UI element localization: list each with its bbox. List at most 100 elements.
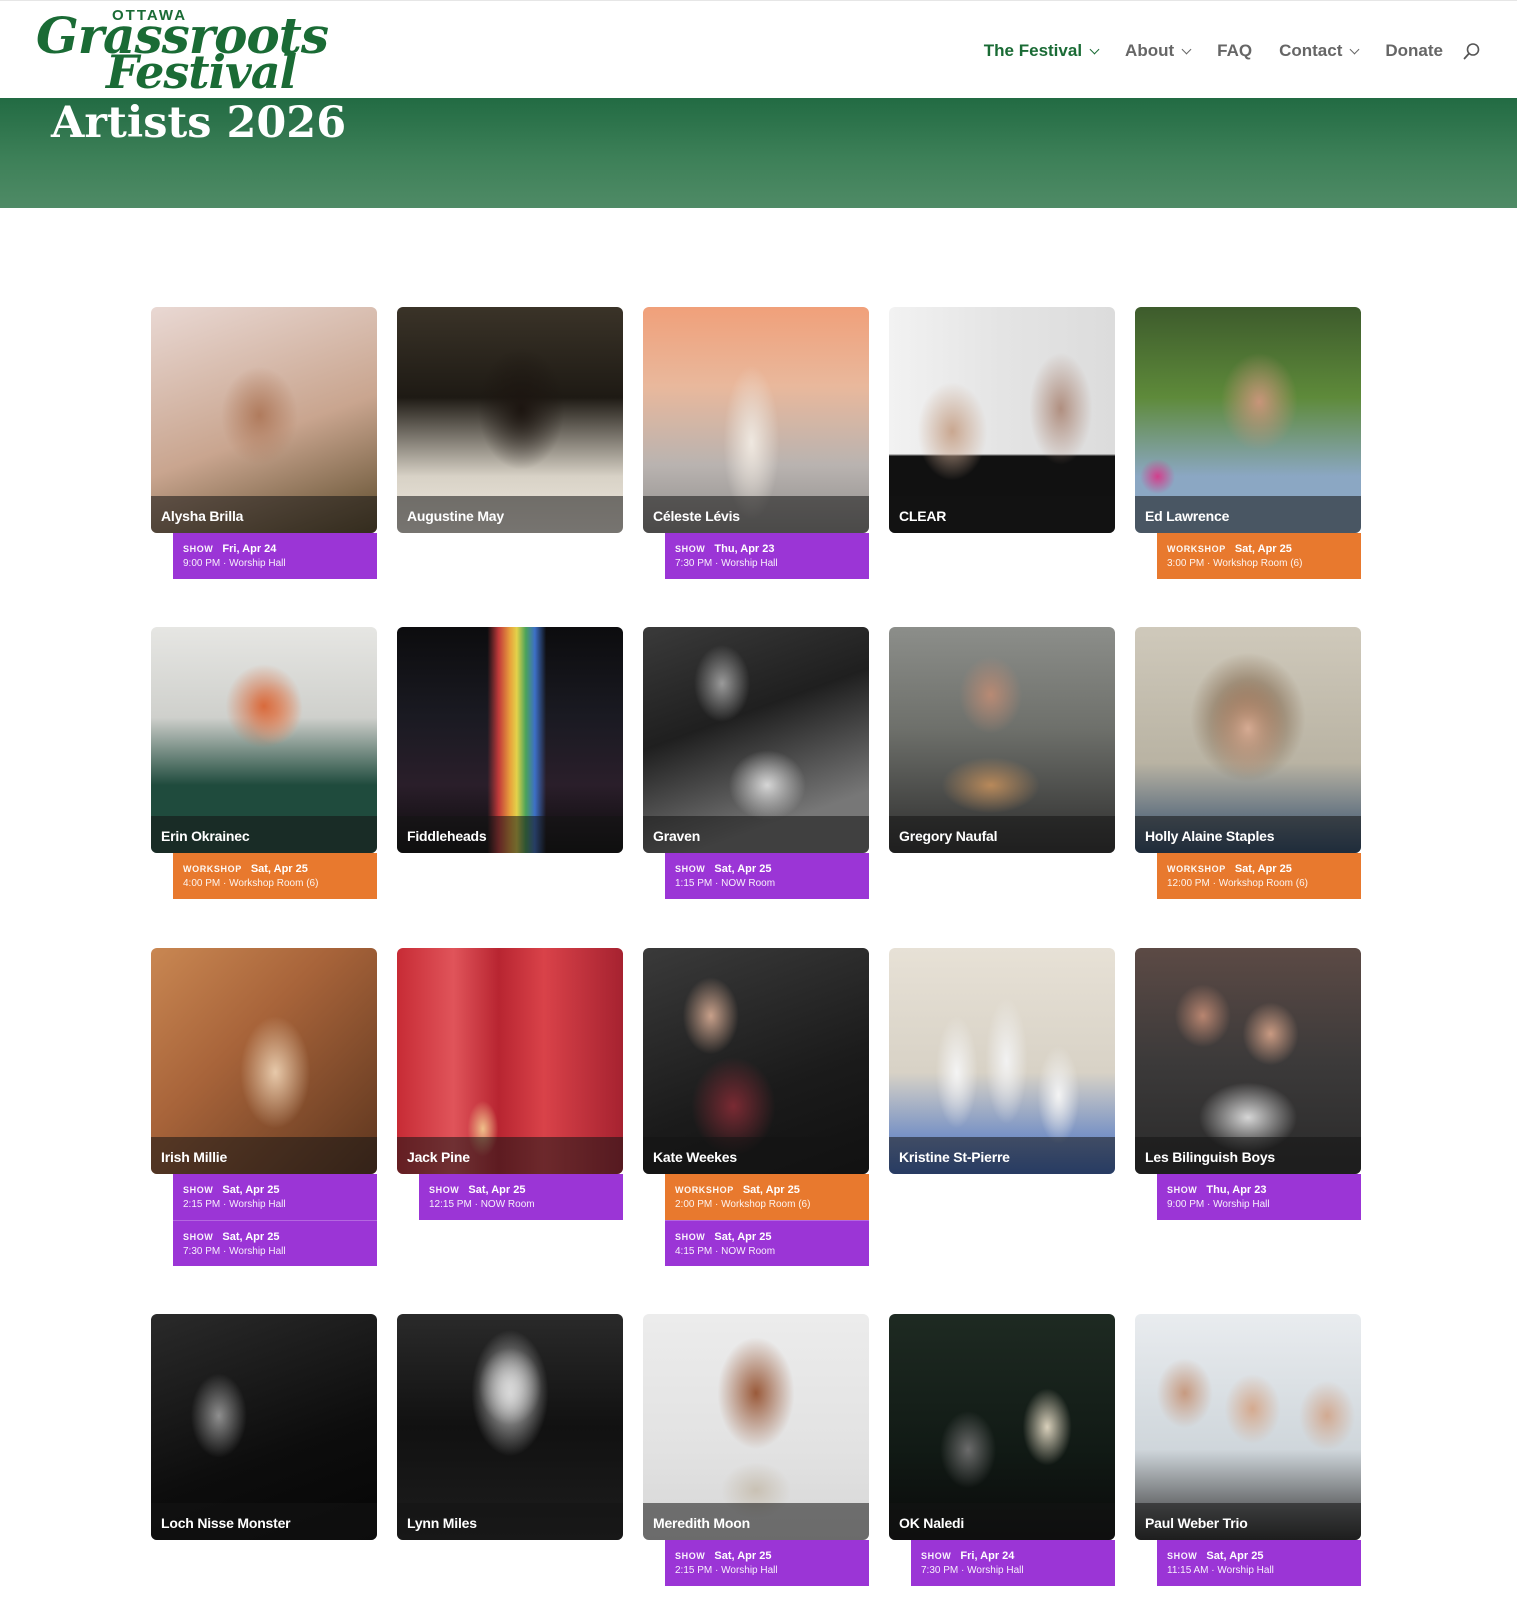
site-header: OTTAWA Grassroots Festival The Festival A…	[0, 0, 1517, 98]
workshop-schedule-badge[interactable]: WORKSHOP Sat, Apr 25 12:00 PM · Workshop R…	[1157, 853, 1361, 899]
artist-card-jack-pine: Jack Pine SHOW Sat, Apr 25 12:15 PM · NOW R…	[397, 948, 623, 1220]
schedule-heading: SHOW Sat, Apr 25	[183, 1183, 367, 1197]
event-day: Sat, Apr 25	[1206, 1550, 1264, 1562]
name-overlay: Irish Millie	[151, 1137, 377, 1174]
artist-card-erin-okrainec: Erin Okrainec WORKSHOP Sat, Apr 25 4:00 PM …	[151, 627, 377, 899]
artist-name: Holly Alaine Staples	[1145, 828, 1275, 844]
show-schedule-badge[interactable]: SHOW Sat, Apr 25 7:30 PM · Worship Hall	[173, 1220, 377, 1266]
event-time-venue: 2:15 PM · Worship Hall	[183, 1199, 286, 1210]
artist-photo[interactable]: Ed Lawrence	[1135, 307, 1361, 533]
event-type: SHOW	[1167, 1551, 1198, 1561]
search-icon[interactable]	[1463, 42, 1481, 60]
event-type: SHOW	[675, 864, 706, 874]
artist-photo[interactable]: Alysha Brilla	[151, 307, 377, 533]
festival-logo[interactable]: OTTAWA Grassroots Festival	[36, 7, 329, 95]
event-time-venue: 4:00 PM · Workshop Room (6)	[183, 878, 319, 889]
schedule-heading: SHOW Fri, Apr 24	[183, 542, 367, 556]
artist-card-gregory-naufal: Gregory Naufal	[889, 627, 1115, 853]
artist-photo[interactable]: Irish Millie	[151, 948, 377, 1174]
nav-faq[interactable]: FAQ	[1217, 41, 1252, 61]
artist-photo[interactable]: Loch Nisse Monster	[151, 1314, 377, 1540]
artist-card-kristine-st-pierre: Kristine St-Pierre	[889, 948, 1115, 1174]
name-overlay: Gregory Naufal	[889, 816, 1115, 853]
event-time-venue: 2:15 PM · Worship Hall	[675, 1565, 778, 1576]
event-time-venue: 3:00 PM · Workshop Room (6)	[1167, 558, 1303, 569]
page-title: Artists 2026	[51, 98, 347, 148]
schedule-heading: SHOW Thu, Apr 23	[1167, 1183, 1351, 1197]
artist-photo[interactable]: Kristine St-Pierre	[889, 948, 1115, 1174]
schedule-heading: SHOW Sat, Apr 25	[675, 862, 859, 876]
artist-name: CLEAR	[899, 508, 947, 524]
artist-photo[interactable]: Lynn Miles	[397, 1314, 623, 1540]
event-time-venue: 7:30 PM · Worship Hall	[921, 1565, 1024, 1576]
artist-name: Erin Okrainec	[161, 828, 250, 844]
name-overlay: Lynn Miles	[397, 1503, 623, 1540]
workshop-schedule-badge[interactable]: WORKSHOP Sat, Apr 25 4:00 PM · Workshop Ro…	[173, 853, 377, 899]
chevron-down-icon	[1349, 44, 1360, 54]
event-day: Fri, Apr 24	[222, 543, 277, 555]
artist-photo[interactable]: Jack Pine	[397, 948, 623, 1174]
chevron-down-icon	[1089, 44, 1100, 54]
artist-card-holly-alaine-staples: Holly Alaine Staples WORKSHOP Sat, Apr 25 1…	[1135, 627, 1361, 899]
artist-card-celeste-levis: Céleste Lévis SHOW Thu, Apr 23 7:30 PM · Wo…	[643, 307, 869, 579]
nav-donate[interactable]: Donate	[1385, 41, 1443, 61]
schedule-heading: SHOW Fri, Apr 24	[921, 1549, 1105, 1563]
show-schedule-badge[interactable]: SHOW Sat, Apr 25 11:15 AM · Worship Hall	[1157, 1540, 1361, 1586]
name-overlay: Fiddleheads	[397, 816, 623, 853]
artist-name: Kristine St-Pierre	[899, 1149, 1010, 1165]
workshop-schedule-badge[interactable]: WORKSHOP Sat, Apr 25 2:00 PM · Workshop Ro…	[665, 1174, 869, 1220]
artist-name: Paul Weber Trio	[1145, 1515, 1248, 1531]
artist-photo[interactable]: Paul Weber Trio	[1135, 1314, 1361, 1540]
name-overlay: Graven	[643, 816, 869, 853]
show-schedule-badge[interactable]: SHOW Thu, Apr 23 7:30 PM · Worship Hall	[665, 533, 869, 579]
artist-photo[interactable]: CLEAR	[889, 307, 1115, 533]
artist-photo[interactable]: Meredith Moon	[643, 1314, 869, 1540]
artist-name: Gregory Naufal	[899, 828, 998, 844]
artist-photo[interactable]: Les Bilinguish Boys	[1135, 948, 1361, 1174]
artist-photo[interactable]: Augustine May	[397, 307, 623, 533]
nav-the-festival[interactable]: The Festival	[984, 41, 1100, 61]
schedule-heading: SHOW Thu, Apr 23	[675, 542, 859, 556]
event-type: WORKSHOP	[675, 1185, 734, 1195]
nav-contact[interactable]: Contact	[1279, 41, 1360, 61]
artist-card-fiddleheads: Fiddleheads	[397, 627, 623, 853]
event-time-venue: 12:00 PM · Workshop Room (6)	[1167, 878, 1308, 889]
artist-photo[interactable]: Kate Weekes	[643, 948, 869, 1174]
show-schedule-badge[interactable]: SHOW Thu, Apr 23 9:00 PM · Worship Hall	[1157, 1174, 1361, 1220]
event-day: Sat, Apr 25	[1234, 863, 1292, 875]
show-schedule-badge[interactable]: SHOW Sat, Apr 25 1:15 PM · NOW Room	[665, 853, 869, 899]
artist-name: Augustine May	[407, 508, 504, 524]
event-type: SHOW	[429, 1185, 460, 1195]
artist-photo[interactable]: Gregory Naufal	[889, 627, 1115, 853]
show-schedule-badge[interactable]: SHOW Fri, Apr 24 9:00 PM · Worship Hall	[173, 533, 377, 579]
event-type: WORKSHOP	[1167, 544, 1226, 554]
artist-name: Ed Lawrence	[1145, 508, 1230, 524]
event-day: Thu, Apr 23	[714, 543, 775, 555]
name-overlay: Holly Alaine Staples	[1135, 816, 1361, 853]
event-type: SHOW	[675, 1232, 706, 1242]
event-day: Fri, Apr 24	[960, 1550, 1015, 1562]
artist-card-ok-naledi: OK Naledi SHOW Fri, Apr 24 7:30 PM · Worshi…	[889, 1314, 1115, 1586]
show-schedule-badge[interactable]: SHOW Fri, Apr 24 7:30 PM · Worship Hall	[911, 1540, 1115, 1586]
event-day: Sat, Apr 25	[714, 1550, 772, 1562]
event-day: Sat, Apr 25	[250, 863, 308, 875]
event-time-venue: 1:15 PM · NOW Room	[675, 878, 776, 889]
artist-photo[interactable]: Céleste Lévis	[643, 307, 869, 533]
show-schedule-badge[interactable]: SHOW Sat, Apr 25 2:15 PM · Worship Hall	[173, 1174, 377, 1220]
nav-label: FAQ	[1217, 41, 1253, 60]
show-schedule-badge[interactable]: SHOW Sat, Apr 25 12:15 PM · NOW Room	[419, 1174, 623, 1220]
artist-photo[interactable]: OK Naledi	[889, 1314, 1115, 1540]
artist-photo[interactable]: Fiddleheads	[397, 627, 623, 853]
event-type: WORKSHOP	[183, 864, 242, 874]
show-schedule-badge[interactable]: SHOW Sat, Apr 25 4:15 PM · NOW Room	[665, 1220, 869, 1266]
name-overlay: Les Bilinguish Boys	[1135, 1137, 1361, 1174]
workshop-schedule-badge[interactable]: WORKSHOP Sat, Apr 25 3:00 PM · Workshop Ro…	[1157, 533, 1361, 579]
page-hero: Artists 2026	[0, 98, 1517, 208]
nav-about[interactable]: About	[1125, 41, 1192, 61]
event-type: SHOW	[183, 1185, 214, 1195]
show-schedule-badge[interactable]: SHOW Sat, Apr 25 2:15 PM · Worship Hall	[665, 1540, 869, 1586]
artist-photo[interactable]: Erin Okrainec	[151, 627, 377, 853]
artist-photo[interactable]: Graven	[643, 627, 869, 853]
artist-photo[interactable]: Holly Alaine Staples	[1135, 627, 1361, 853]
artist-name: Irish Millie	[161, 1149, 228, 1165]
